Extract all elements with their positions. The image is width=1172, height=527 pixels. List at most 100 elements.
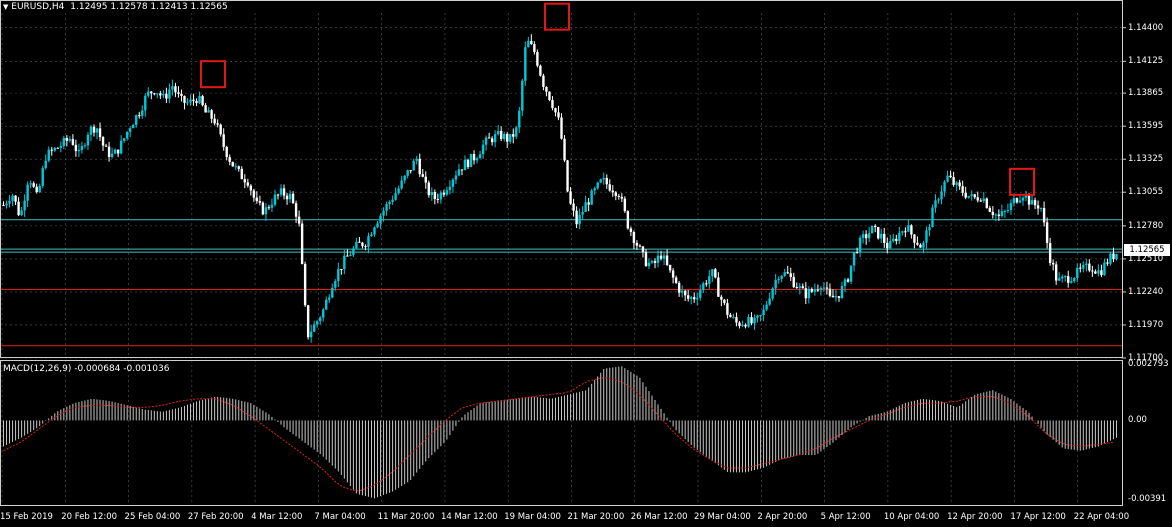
candle [219,123,222,137]
candle [71,134,75,146]
candle-body [828,288,832,296]
candle-body [1094,271,1097,274]
candle [1033,197,1037,210]
candle-body [186,102,189,104]
candle-body [635,242,639,246]
candle [1106,258,1109,266]
candle-body [554,108,557,113]
candle [503,131,506,142]
candlesticks [2,34,1118,343]
candle-body [1106,262,1109,264]
candle [445,186,449,197]
candle-body [222,134,225,147]
candle [958,179,961,190]
candle-body [988,207,992,212]
candle-body [659,255,663,259]
candle [20,207,23,217]
candle-body [931,207,934,228]
candle [943,180,946,197]
candle-body [89,126,93,135]
candle-body [527,40,530,48]
candle-body [825,287,829,289]
candle-body [626,211,630,229]
candle-body [611,190,614,193]
candle-body [445,190,449,195]
candle-body [451,179,455,187]
candle [397,185,400,195]
candle-body [101,136,105,146]
candle-body [668,264,672,271]
candle [907,219,910,233]
candle-body [907,225,910,232]
candle-body [1112,253,1115,260]
time-tick-label: 27 Feb 20:00 [187,512,244,522]
candle [982,191,985,203]
candle-body [400,180,403,189]
candle [478,150,482,159]
candle [255,191,259,204]
candle [5,200,8,209]
candle-body [720,296,723,300]
candle [358,236,361,243]
candle-body [1048,243,1052,264]
candle-body [991,211,995,216]
candle-body [303,263,307,306]
candle-body [50,149,53,151]
candle-body [955,182,958,185]
candle-body [590,190,593,205]
candle-body [539,65,542,76]
candle [605,174,608,189]
candle-body [967,195,970,198]
candle [1082,261,1085,273]
candle-body [744,324,747,327]
candle-body [696,297,699,300]
candle [699,284,702,301]
candle-body [581,212,584,215]
candle-body [641,246,645,252]
candle-body [858,237,862,253]
candle-body [789,273,792,277]
candle-body [288,193,292,200]
candle-body [524,47,527,81]
candle-body [1079,267,1082,269]
candle [1115,253,1118,261]
candle-body [840,285,844,298]
candle [723,299,726,306]
candle-body [843,279,847,286]
candle-body [192,99,195,101]
price-chart[interactable] [0,0,1172,527]
candle-body [475,158,479,161]
candle [584,195,587,213]
candle [524,41,527,86]
chart-window[interactable]: ▼ EURUSD,H4 1.12495 1.12578 1.12413 1.12… [0,0,1172,527]
candle-body [77,149,81,152]
candle-body [32,183,35,187]
candle [1000,204,1004,218]
candle-body [322,309,325,318]
candle [819,286,823,296]
candle [252,188,256,202]
candle [858,235,862,258]
candle-body [759,315,762,317]
candle [816,284,820,293]
candle [147,87,150,98]
candle-body [219,124,222,135]
candle-body [864,234,868,239]
time-tick-label: 2 Apr 20:00 [757,512,808,522]
candle-body [125,131,129,139]
candle [726,298,729,319]
candle [617,193,621,200]
candle [159,90,162,100]
candle-body [940,191,943,200]
candle [593,186,596,195]
candle [150,91,153,100]
candle [355,237,358,250]
candle [904,227,907,238]
candle-body [499,131,503,140]
candle-body [801,286,805,289]
candle [195,98,198,107]
candle [113,148,117,154]
candle-body [904,231,907,233]
candle-body [674,277,678,283]
candle-body [240,168,243,180]
